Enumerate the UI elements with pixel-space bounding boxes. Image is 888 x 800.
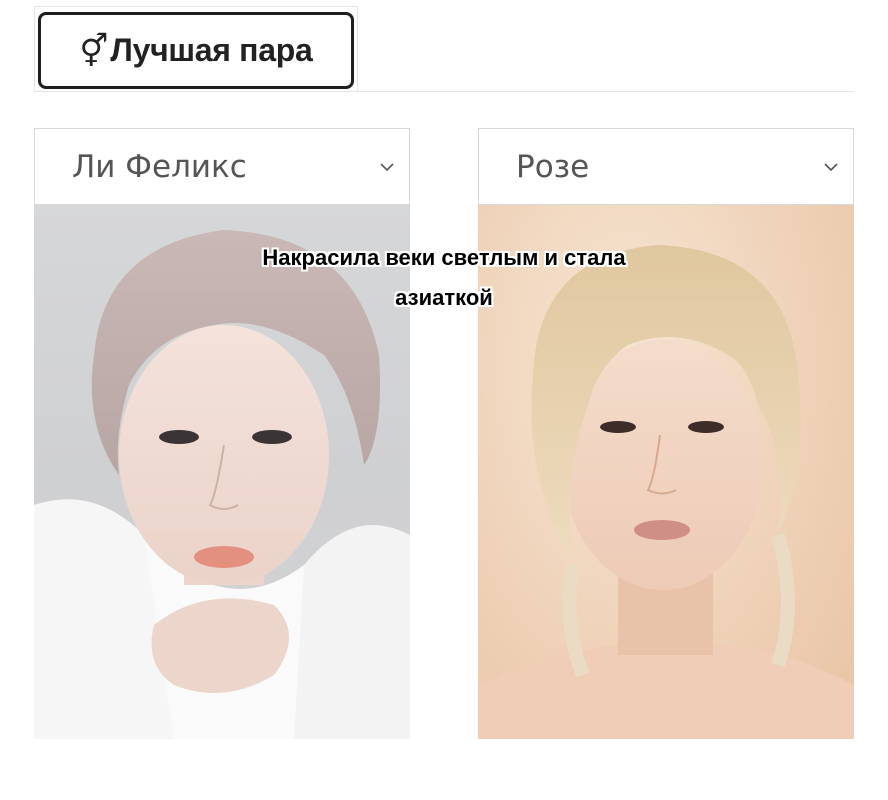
page: ⚥ Лучшая пара Ли Феликс Розе Накрасила в… bbox=[0, 0, 888, 800]
left-select-value: Ли Феликс bbox=[72, 148, 247, 185]
right-select-value: Розе bbox=[516, 148, 590, 185]
chevron-down-icon bbox=[824, 163, 838, 172]
tab-strip: ⚥ Лучшая пара bbox=[34, 6, 854, 92]
chevron-down-icon bbox=[380, 163, 394, 172]
felix-portrait-illustration bbox=[34, 230, 410, 739]
rose-photo bbox=[478, 205, 854, 739]
felix-photo bbox=[34, 205, 410, 739]
tab-divider bbox=[34, 91, 854, 92]
rose-portrait-illustration bbox=[478, 245, 854, 739]
left-person-select[interactable]: Ли Феликс bbox=[34, 128, 410, 205]
left-column: Ли Феликс bbox=[34, 128, 410, 739]
right-person-select[interactable]: Розе bbox=[478, 128, 854, 205]
tab-card: ⚥ Лучшая пара bbox=[34, 6, 358, 91]
gender-icon: ⚥ bbox=[79, 31, 109, 70]
tab-best-pair[interactable]: ⚥ Лучшая пара bbox=[38, 12, 354, 89]
right-column: Розе bbox=[478, 128, 854, 739]
tab-label: Лучшая пара bbox=[110, 32, 313, 68]
